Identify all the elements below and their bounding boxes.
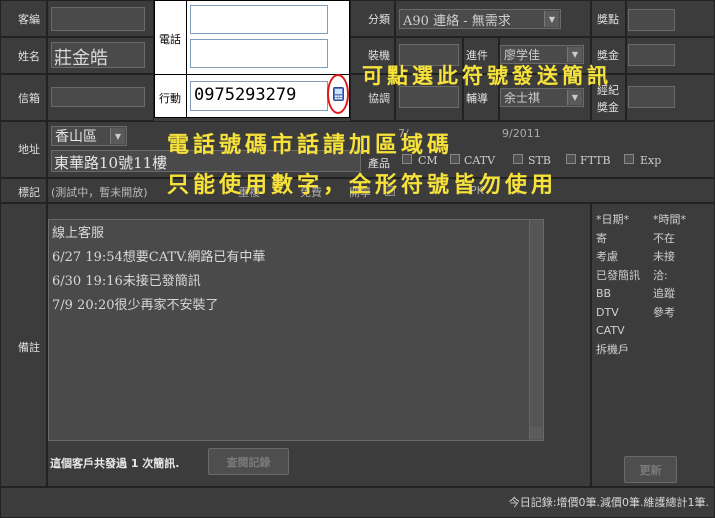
history-button[interactable]: 查閱記錄 (208, 448, 289, 475)
product-catv-label: CATV (464, 154, 496, 167)
resize-handle-icon[interactable] (530, 427, 542, 439)
quick-notes-right: *時間* 不在 未接 洽: 追蹤 參考 (653, 211, 686, 322)
phone-block-divider-h (154, 74, 350, 75)
quick-note-item[interactable]: 洽: (653, 267, 686, 286)
phone-block-divider-v (186, 0, 187, 118)
product-checkbox-exp[interactable] (624, 154, 634, 164)
quick-note-item[interactable]: 追蹤 (653, 285, 686, 304)
category-label: 分類 (368, 13, 390, 26)
phone-field-2[interactable] (190, 39, 328, 68)
product-fttb-label: FTTB (580, 154, 611, 167)
tag-note: (測試中，暫未開放) (51, 186, 148, 199)
product-exp-label: Exp (640, 154, 662, 167)
tag-label: 標記 (18, 186, 40, 199)
quick-note-item[interactable]: 考慮 (596, 248, 640, 267)
date-partial-b: 9/2011 (502, 127, 541, 140)
notes-line: 線上客服 (52, 226, 105, 241)
update-button[interactable]: 更新 (624, 456, 677, 483)
address-label: 地址 (18, 143, 40, 156)
quick-note-item[interactable]: 未接 (653, 248, 686, 267)
counsel-label: 輔導 (466, 92, 488, 105)
notes-line: 7/9 20:20很少再家不安裝了 (52, 298, 219, 313)
sms-tip-overlay: 可點選此符號發送簡訊 (362, 64, 612, 88)
quick-note-time[interactable]: *時間* (653, 211, 686, 230)
mobile-label: 行動 (159, 92, 181, 105)
sms-count-text: 這個客戶共發過 1 次簡訊. (50, 457, 180, 470)
footer-stats: 今日記錄:增價0筆.減價0筆.維護總計1筆. (508, 496, 709, 509)
phone-format-tip-line1: 電話號碼市話請加區域碼 (167, 133, 454, 158)
product-checkbox-fttb[interactable] (566, 154, 576, 164)
chevron-down-icon: ▼ (544, 11, 559, 27)
quick-note-item[interactable]: BB (596, 285, 640, 304)
district-select[interactable]: 香山區 ▼ (51, 126, 127, 146)
quick-notes-left: *日期* 寄 考慮 已發簡訊 BB DTV CATV 拆機戶 (596, 211, 640, 359)
notes-scrollbar[interactable] (529, 220, 543, 440)
category-select-value: A90 連絡 - 無需求 (403, 13, 511, 29)
email-field[interactable] (51, 87, 145, 107)
phone-label: 電話 (159, 33, 181, 46)
quick-note-item[interactable]: 參考 (653, 304, 686, 323)
quick-note-item[interactable]: 不在 (653, 230, 686, 249)
quick-note-item[interactable]: 已發簡訊 (596, 267, 640, 286)
name-field-value: 莊金皓 (54, 48, 108, 69)
prize-label: 獎點 (597, 13, 619, 26)
quick-note-item[interactable]: 寄 (596, 230, 640, 249)
notes-line: 6/27 19:54想要CATV.網路已有中華 (52, 250, 266, 265)
counsel-select-value: 余士祺 (504, 91, 541, 105)
counsel-select[interactable]: 余士祺 ▼ (500, 88, 584, 107)
district-select-value: 香山區 (55, 129, 97, 145)
quick-note-date[interactable]: *日期* (596, 211, 640, 230)
bonus-b-field[interactable] (628, 86, 675, 108)
name-label: 姓名 (18, 50, 40, 63)
prize-field[interactable] (628, 9, 675, 31)
name-field[interactable]: 莊金皓 (51, 42, 145, 69)
mobile-field[interactable]: 0975293279 (190, 81, 328, 111)
product-stb-label: STB (528, 154, 551, 167)
notes-label: 備註 (18, 341, 40, 354)
quick-note-item[interactable]: DTV (596, 304, 640, 323)
category-select[interactable]: A90 連絡 - 無需求 ▼ (399, 9, 561, 29)
phone-format-tip-line2: 只能使用數字，全形符號皆勿使用 (167, 173, 558, 198)
phone-field-1[interactable] (190, 5, 328, 34)
quick-note-item[interactable]: 拆機戶 (596, 341, 640, 360)
customer-id-field[interactable] (51, 7, 145, 31)
email-label: 信箱 (18, 92, 40, 105)
bonus-b-label: 獎金 (597, 101, 619, 114)
notes-lines: 線上客服 6/27 19:54想要CATV.網路已有中華 6/30 19:16未… (52, 222, 265, 318)
phone-sms-icon[interactable] (333, 87, 344, 101)
product-checkbox-stb[interactable] (513, 154, 523, 164)
notes-textarea[interactable]: 線上客服 6/27 19:54想要CATV.網路已有中華 6/30 19:16未… (48, 219, 544, 441)
mobile-field-value: 0975293279 (194, 85, 297, 105)
notes-line: 6/30 19:16未接已發簡訊 (52, 274, 201, 289)
quick-note-item[interactable]: CATV (596, 322, 640, 341)
street-field-value: 東華路10號11樓 (54, 154, 168, 172)
coordinate-label: 協調 (368, 92, 390, 105)
bonus-a-field[interactable] (628, 44, 675, 66)
customer-id-label: 客編 (18, 13, 40, 26)
chevron-down-icon: ▼ (110, 128, 125, 144)
chevron-down-icon: ▼ (567, 90, 582, 105)
